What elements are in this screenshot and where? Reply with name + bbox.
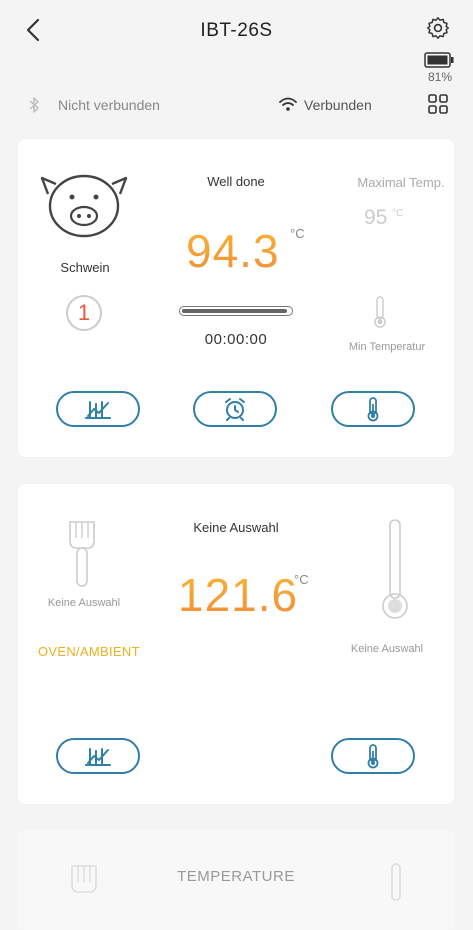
animal-label: Schwein <box>60 260 110 275</box>
max-temp-unit: °C <box>392 208 404 219</box>
thermometer-icon <box>367 744 379 769</box>
brush-icon <box>66 862 102 912</box>
max-temp-label: Maximal Temp. <box>357 175 445 190</box>
alarm-clock-icon <box>225 398 245 421</box>
chart-icon <box>85 401 111 419</box>
probe2-unit: °C <box>294 572 309 587</box>
probe1-unit: °C <box>290 226 305 241</box>
probe2-selection: Keine Auswahl <box>193 520 279 535</box>
thermometer-icon <box>367 397 379 422</box>
grid-icon[interactable] <box>428 94 448 114</box>
temperature-button[interactable] <box>331 738 415 774</box>
battery-icon <box>424 52 454 68</box>
chart-button[interactable] <box>56 738 140 774</box>
oven-ambient-label[interactable]: OVEN/AMBIENT <box>38 644 158 659</box>
thermometer-icon <box>386 862 406 902</box>
timer-display: 00:00:00 <box>204 331 268 348</box>
temperature-button[interactable] <box>331 391 415 427</box>
wifi-status: Verbunden <box>304 97 372 113</box>
probe2-temperature: 121.6 <box>178 569 299 621</box>
probe1-temperature: 94.3 <box>186 225 280 277</box>
wifi-icon <box>278 96 298 112</box>
gear-icon[interactable] <box>426 16 450 40</box>
cooking-progress-bar <box>179 306 293 316</box>
max-temp-value: 95 <box>364 206 388 229</box>
probe2-left-label: Keine Auswahl <box>47 597 121 609</box>
doneness-label: Well done <box>207 174 265 189</box>
bluetooth-status: Nicht verbunden <box>58 97 160 113</box>
probe3-label: TEMPERATURE <box>177 868 295 885</box>
progress-fill <box>182 309 287 313</box>
probe-number-badge: 1 <box>66 295 102 331</box>
pig-icon[interactable] <box>38 170 130 240</box>
brush-icon <box>62 518 102 590</box>
thermometer-icon <box>370 295 390 329</box>
thermometer-icon <box>380 518 410 622</box>
chart-button[interactable] <box>56 391 140 427</box>
probe2-right-label: Keine Auswahl <box>350 643 424 655</box>
bluetooth-icon <box>28 96 40 114</box>
chart-icon <box>85 748 111 766</box>
page-title: IBT-26S <box>200 20 273 41</box>
alarm-button[interactable] <box>193 391 277 427</box>
battery-percent: 81% <box>427 70 453 84</box>
min-temp-label: Min Temperatur <box>348 341 426 353</box>
